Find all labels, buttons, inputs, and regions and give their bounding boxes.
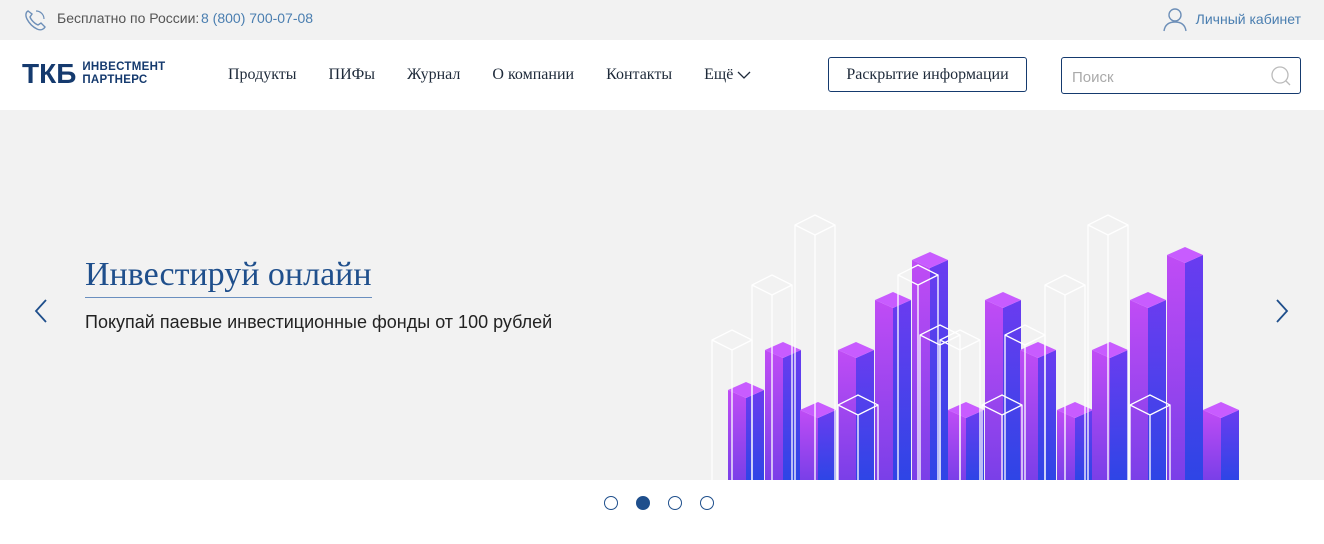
illustration-bar: [912, 260, 930, 480]
illustration-bar: [1057, 410, 1075, 480]
illustration-bar: [985, 300, 1003, 480]
nav-item-funds[interactable]: ПИФы: [329, 66, 376, 84]
illustration-bar-side: [1148, 300, 1166, 480]
user-icon: [1162, 8, 1187, 32]
disclosure-button[interactable]: Раскрытие информации: [828, 57, 1027, 92]
top-bar: Бесплатно по России: 8 (800) 700-07-08 Л…: [0, 0, 1324, 40]
main-nav: Продукты ПИФы Журнал О компании Контакты…: [228, 66, 783, 84]
illustration-bar: [1020, 350, 1038, 480]
illustration-bar-side: [1110, 350, 1128, 480]
illustration-bar: [1203, 410, 1221, 480]
search-input[interactable]: [1070, 66, 1264, 88]
illustration-bar-side: [1185, 255, 1203, 480]
illustration-bar-side: [1038, 350, 1056, 480]
phone-number-link[interactable]: 8 (800) 700-07-08: [201, 10, 313, 26]
illustration-bar: [948, 410, 966, 480]
illustration-bar: [728, 390, 746, 480]
illustration-bar-side: [1003, 300, 1021, 480]
company-logo[interactable]: ТКБ ИНВЕСТМЕНТ ПАРТНЕРС: [22, 60, 166, 88]
slider-next-arrow[interactable]: [1271, 298, 1291, 324]
illustration-bar: [1130, 300, 1148, 480]
main-header: ТКБ ИНВЕСТМЕНТ ПАРТНЕРС Продукты ПИФы Жу…: [0, 40, 1324, 110]
search-icon[interactable]: [1270, 65, 1292, 87]
illustration-bar-side: [1075, 410, 1093, 480]
logo-mark: ТКБ: [22, 58, 77, 89]
free-call-label: Бесплатно по России:: [57, 10, 200, 26]
illustration-bar-side: [818, 410, 836, 480]
hero-slider: Инвестируй онлайн Покупай паевые инвести…: [0, 110, 1324, 480]
slider-prev-arrow[interactable]: [32, 298, 52, 324]
illustration-bar-side: [1221, 410, 1239, 480]
search-box: [1061, 57, 1301, 94]
illustration-bar: [838, 350, 856, 480]
logo-line-2: ПАРТНЕРС: [82, 74, 148, 86]
personal-account-link[interactable]: Личный кабинет: [1162, 6, 1301, 32]
illustration-bar-side: [930, 260, 948, 480]
nav-item-more[interactable]: Ещё: [704, 66, 751, 84]
nav-more-label: Ещё: [704, 66, 734, 83]
illustration-bar-side: [966, 410, 984, 480]
logo-text: ИНВЕСТМЕНТ ПАРТНЕРС: [82, 61, 165, 87]
slider-dot-3[interactable]: [668, 496, 682, 510]
personal-account-label: Личный кабинет: [1195, 11, 1301, 27]
illustration-bar-side: [893, 300, 911, 480]
illustration-bar: [765, 350, 783, 480]
logo-line-1: ИНВЕСТМЕНТ: [82, 61, 166, 73]
hero-illustration: [711, 214, 1239, 480]
illustration-bar-side: [746, 390, 764, 480]
slider-dot-2[interactable]: [636, 496, 650, 510]
nav-item-products[interactable]: Продукты: [228, 66, 297, 84]
hero-title[interactable]: Инвестируй онлайн: [85, 256, 372, 298]
hero-subtitle: Покупай паевые инвестиционные фонды от 1…: [85, 312, 553, 332]
chevron-down-icon: [737, 71, 751, 79]
nav-item-journal[interactable]: Журнал: [407, 66, 460, 84]
illustration-bar: [1092, 350, 1110, 480]
slider-dot-1[interactable]: [604, 496, 618, 510]
slider-dot-4[interactable]: [700, 496, 714, 510]
phone-icon: [25, 10, 46, 31]
nav-item-contacts[interactable]: Контакты: [606, 66, 672, 84]
slider-pagination: [604, 496, 732, 510]
nav-item-about[interactable]: О компании: [492, 66, 574, 84]
